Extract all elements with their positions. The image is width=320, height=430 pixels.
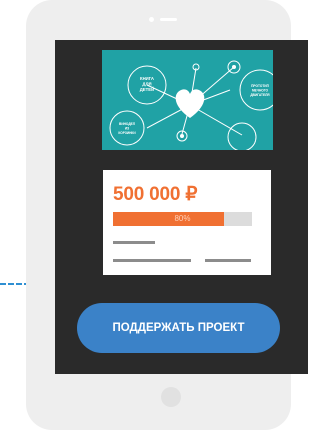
heart-icon [175,89,205,118]
bubble-text-books: КНИГА [140,76,154,81]
smile-icon [180,134,184,138]
tablet-frame: КНИГА ДЛЯ ДЕТЕЙ ПРОТОТИП МЕЧНОГО ДВИГАТЕ… [26,0,308,430]
bubble-text-engine: ПРОТОТИП [251,84,269,88]
placeholder-line-1 [113,241,155,244]
bubble-small-right [227,122,257,150]
placeholder-line-2 [113,259,191,262]
svg-text:ДЕТЕЙ: ДЕТЕЙ [140,87,155,92]
svg-text:ДЛЯ: ДЛЯ [142,82,151,87]
support-project-button[interactable]: ПОДДЕРЖАТЬ ПРОЕКТ [77,303,280,353]
placeholder-line-3 [205,259,251,262]
speaker-slot [160,18,177,21]
smile-icon-small [232,65,236,69]
svg-text:МЕЧНОГО: МЕЧНОГО [252,89,269,93]
camera-dot [149,17,154,22]
funding-amount: 500 000 ₽ [113,184,198,205]
home-button[interactable] [161,387,181,407]
tablet-screen: КНИГА ДЛЯ ДЕТЕЙ ПРОТОТИП МЕЧНОГО ДВИГАТЕ… [55,40,308,374]
svg-text:ИЗ: ИЗ [125,127,129,131]
progress-bar: 80% [113,212,252,226]
svg-text:ДВИГАТЕЛЯ: ДВИГАТЕЛЯ [250,93,270,97]
svg-text:КОРЗИНКИ: КОРЗИНКИ [118,131,136,135]
project-banner: КНИГА ДЛЯ ДЕТЕЙ ПРОТОТИП МЕЧНОГО ДВИГАТЕ… [102,50,273,150]
bubble-text-wine: ВИНОДЕЛ [119,122,136,126]
mindmap-illustration: КНИГА ДЛЯ ДЕТЕЙ ПРОТОТИП МЕЧНОГО ДВИГАТЕ… [109,60,273,150]
progress-label: 80% [174,214,191,223]
funding-card: 500 000 ₽ 80% [103,170,271,275]
